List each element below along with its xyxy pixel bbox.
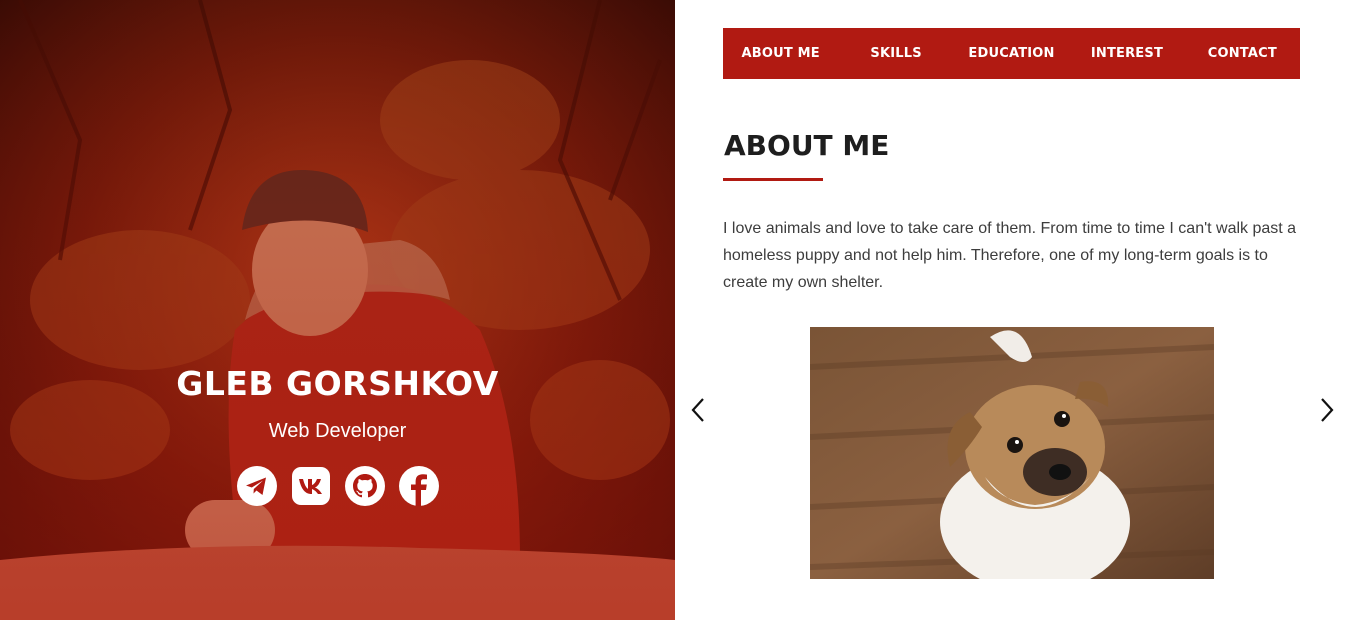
social-links	[0, 466, 675, 506]
chevron-left-icon	[691, 398, 704, 422]
carousel-prev-button[interactable]	[685, 395, 711, 425]
hero-panel: GLEB GORSHKOV Web Developer	[0, 0, 675, 620]
profile-role: Web Developer	[268, 420, 407, 442]
vk-icon	[291, 467, 330, 505]
chevron-right-icon	[1321, 398, 1334, 422]
hero-overlay	[0, 0, 675, 620]
hero-content: GLEB GORSHKOV Web Developer	[0, 362, 675, 506]
vk-link[interactable]	[291, 466, 331, 506]
nav-contact[interactable]: CONTACT	[1185, 28, 1300, 79]
nav-education[interactable]: EDUCATION	[954, 28, 1069, 79]
facebook-link[interactable]	[398, 466, 439, 506]
telegram-link[interactable]	[236, 466, 277, 506]
main-nav: ABOUT ME SKILLS EDUCATION INTEREST CONTA…	[723, 28, 1300, 79]
telegram-icon	[236, 466, 277, 506]
carousel-next-button[interactable]	[1314, 395, 1340, 425]
about-text: I love animals and love to take care of …	[723, 220, 1297, 291]
github-icon	[344, 466, 385, 506]
facebook-icon	[398, 466, 439, 506]
nav-interest[interactable]: INTEREST	[1069, 28, 1184, 79]
github-link[interactable]	[344, 466, 385, 506]
title-underline	[723, 178, 823, 181]
nav-skills[interactable]: SKILLS	[838, 28, 953, 79]
profile-name: GLEB GORSHKOV	[176, 364, 499, 403]
carousel-slide	[810, 327, 1214, 579]
puppy-photo	[810, 327, 1214, 579]
image-carousel	[685, 327, 1345, 579]
section-title: ABOUT ME	[724, 129, 890, 162]
nav-about-me[interactable]: ABOUT ME	[723, 28, 838, 79]
